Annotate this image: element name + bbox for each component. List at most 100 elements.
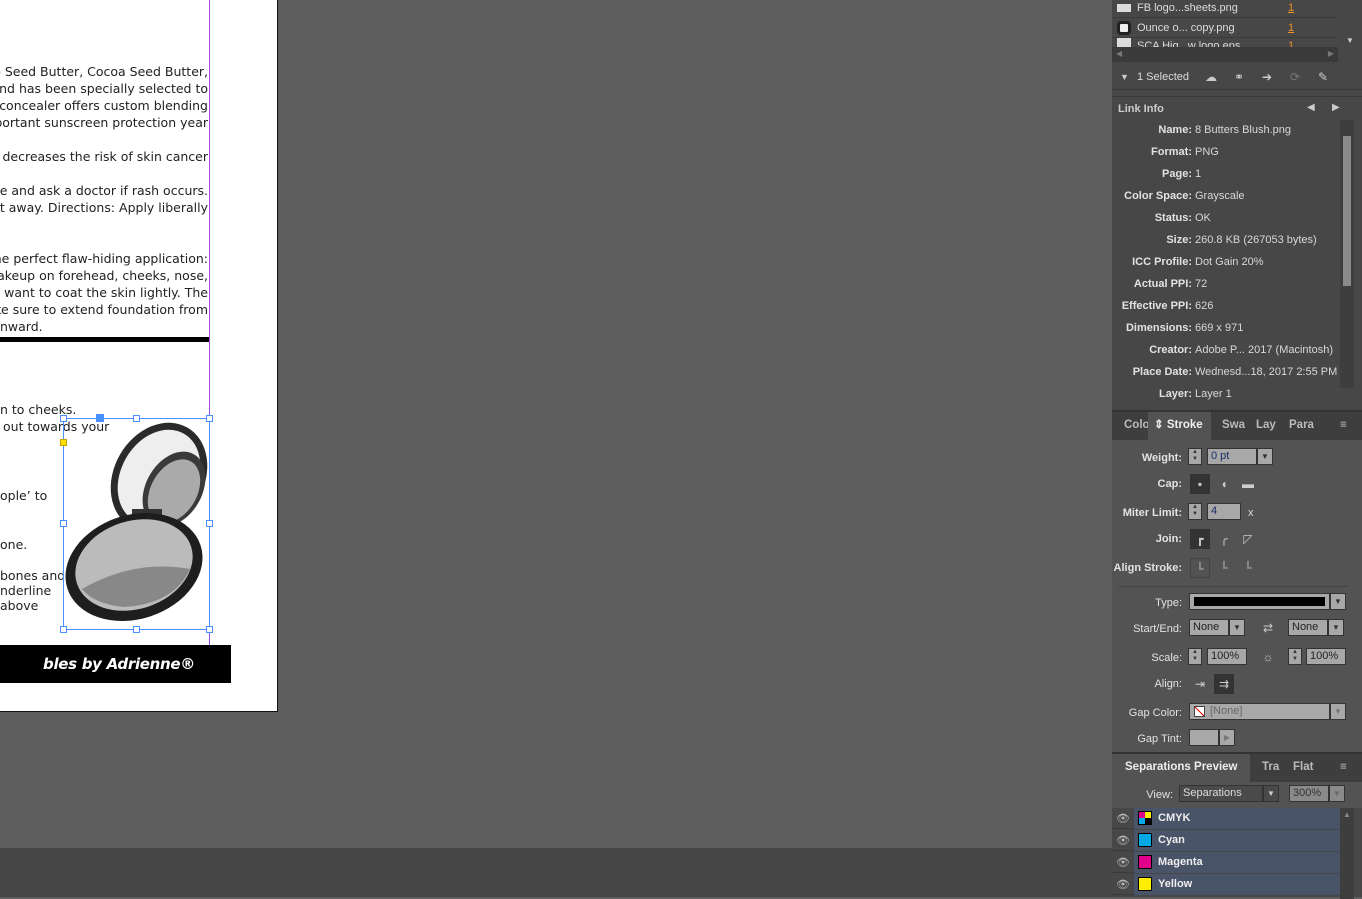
- link-page[interactable]: 1: [1288, 2, 1294, 14]
- tab-transparency[interactable]: Tra: [1262, 754, 1279, 780]
- info-value: 8 Butters Blush.png: [1195, 124, 1292, 136]
- link-scale-icon[interactable]: ☼: [1258, 647, 1278, 667]
- projecting-cap-icon[interactable]: ▬: [1238, 474, 1258, 494]
- scale-start-stepper[interactable]: ▲ ▼: [1188, 648, 1202, 665]
- live-corner-handle[interactable]: [60, 439, 67, 446]
- end-select[interactable]: None: [1288, 619, 1328, 636]
- go-to-link-icon[interactable]: ➔: [1257, 67, 1277, 87]
- tab-stroke[interactable]: ⇕ Stroke: [1148, 412, 1211, 440]
- gap-tint-input[interactable]: [1189, 729, 1219, 746]
- miter-label: Miter Limit:: [1122, 507, 1182, 519]
- align-center-icon[interactable]: ┗: [1190, 558, 1210, 578]
- eye-icon[interactable]: 👁: [1116, 878, 1130, 891]
- type-dropdown-icon[interactable]: ▼: [1330, 593, 1346, 610]
- start-select[interactable]: None: [1189, 619, 1229, 636]
- gap-tint-slider-icon[interactable]: ▶: [1219, 729, 1235, 746]
- swap-icon[interactable]: ⇄: [1258, 618, 1278, 638]
- scale-end-stepper[interactable]: ▲ ▼: [1288, 648, 1302, 665]
- info-label: Dimensions:: [1125, 322, 1192, 334]
- gap-color-select[interactable]: [None]: [1189, 703, 1330, 720]
- tab-color[interactable]: Colo: [1124, 412, 1150, 438]
- weight-label: Weight:: [1141, 452, 1182, 464]
- scale-end-input[interactable]: 100%: [1306, 648, 1346, 665]
- frame-handle[interactable]: [60, 626, 67, 633]
- tab-separations-preview[interactable]: Separations Preview: [1112, 754, 1250, 782]
- horizontal-scrollbar[interactable]: ◀ ▶: [1112, 48, 1338, 62]
- round-join-icon[interactable]: ╭: [1214, 529, 1234, 549]
- bevel-join-icon[interactable]: ◸: [1238, 529, 1258, 549]
- place-inside-icon[interactable]: ⇉: [1214, 674, 1234, 694]
- info-label: Color Space:: [1124, 190, 1192, 202]
- body-text-line: u want to coat the skin lightly. The: [0, 285, 208, 300]
- info-value: 72: [1195, 278, 1208, 290]
- info-label: Size:: [1166, 234, 1192, 246]
- link-item[interactable]: Ounce o... copy.png 1: [1112, 18, 1338, 38]
- weight-stepper[interactable]: ▲ ▼: [1188, 448, 1202, 465]
- zoom-select[interactable]: 300%: [1289, 785, 1329, 802]
- frame-handle[interactable]: [60, 520, 67, 527]
- scale-start-input[interactable]: 100%: [1207, 648, 1247, 665]
- eye-icon[interactable]: 👁: [1116, 856, 1130, 869]
- content-grabber-handle[interactable]: [96, 414, 104, 422]
- frame-handle[interactable]: [206, 626, 213, 633]
- link-info-header[interactable]: Link Info ◀ ▶: [1112, 96, 1362, 120]
- butt-cap-icon[interactable]: ▪: [1190, 474, 1210, 494]
- info-label: Page:: [1162, 168, 1192, 180]
- end-dropdown-icon[interactable]: ▼: [1328, 619, 1344, 636]
- previous-link-icon[interactable]: ◀: [1307, 102, 1315, 113]
- next-link-icon[interactable]: ▶: [1332, 102, 1340, 113]
- relink-icon[interactable]: ⚭: [1229, 67, 1249, 87]
- type-select[interactable]: [1189, 593, 1330, 610]
- align-outside-icon[interactable]: ┗: [1238, 558, 1258, 578]
- miter-stepper[interactable]: ▲ ▼: [1188, 503, 1202, 520]
- frame-handle[interactable]: [60, 415, 67, 422]
- tab-paragraph[interactable]: Para: [1289, 412, 1314, 438]
- separation-row-cyan[interactable]: 👁 Cyan: [1112, 830, 1340, 851]
- link-page[interactable]: 1: [1288, 22, 1294, 34]
- vertical-scrollbar[interactable]: ▼: [1340, 0, 1362, 48]
- info-scrollbar[interactable]: [1340, 120, 1354, 388]
- tab-flattener[interactable]: Flat: [1293, 754, 1313, 780]
- eye-icon[interactable]: 👁: [1116, 812, 1130, 825]
- body-text-line: lend has been specially selected to: [0, 81, 208, 96]
- miter-input[interactable]: 4: [1207, 503, 1241, 520]
- cc-libraries-icon[interactable]: ☁: [1201, 67, 1221, 87]
- weight-input[interactable]: 0 pt: [1207, 448, 1257, 465]
- eye-icon[interactable]: 👁: [1116, 834, 1130, 847]
- zoom-dropdown-icon[interactable]: ▼: [1329, 785, 1345, 802]
- weight-dropdown-icon[interactable]: ▼: [1257, 448, 1273, 465]
- panel-menu-icon[interactable]: ≡: [1340, 412, 1347, 438]
- gap-color-label: Gap Color:: [1128, 707, 1182, 719]
- link-item[interactable]: SCA Hig...w logo.eps 1: [1112, 38, 1338, 48]
- align-inside-icon[interactable]: ┗: [1214, 558, 1234, 578]
- frame-handle[interactable]: [206, 415, 213, 422]
- extend-tip-icon[interactable]: ⇥: [1190, 674, 1210, 694]
- frame-handle[interactable]: [133, 415, 140, 422]
- info-value: Layer 1: [1195, 388, 1232, 400]
- body-text-line: use and ask a doctor if rash occurs.: [0, 183, 208, 198]
- frame-handle[interactable]: [133, 626, 140, 633]
- link-item[interactable]: FB logo...sheets.png 1: [1112, 0, 1338, 18]
- edit-original-icon[interactable]: ✎: [1313, 67, 1333, 87]
- gap-color-dropdown-icon[interactable]: ▼: [1330, 703, 1346, 720]
- divider: [1118, 586, 1348, 587]
- panel-menu-icon[interactable]: ≡: [1340, 754, 1347, 780]
- info-value: Wednesd...18, 2017 2:55 PM: [1195, 366, 1338, 378]
- tab-layers[interactable]: Laye: [1256, 412, 1276, 438]
- miter-join-icon[interactable]: ┏: [1190, 529, 1210, 549]
- frame-handle[interactable]: [206, 520, 213, 527]
- round-cap-icon[interactable]: ◖: [1214, 474, 1234, 494]
- separation-row-yellow[interactable]: 👁 Yellow: [1112, 874, 1340, 895]
- body-text-line: nderline: [0, 583, 52, 598]
- disclosure-triangle-icon[interactable]: ▼: [1120, 72, 1129, 82]
- tab-swatches[interactable]: Swa: [1222, 412, 1245, 438]
- start-dropdown-icon[interactable]: ▼: [1229, 619, 1245, 636]
- update-link-icon[interactable]: ⟳: [1285, 67, 1305, 87]
- link-page[interactable]: 1: [1288, 40, 1294, 47]
- separations-scrollbar[interactable]: ▲: [1340, 808, 1354, 899]
- view-dropdown-icon[interactable]: ▼: [1263, 785, 1279, 802]
- separation-row-cmyk[interactable]: 👁 CMYK: [1112, 808, 1340, 829]
- selected-frame[interactable]: [63, 418, 210, 630]
- view-select[interactable]: Separations: [1179, 785, 1263, 802]
- separation-row-magenta[interactable]: 👁 Magenta: [1112, 852, 1340, 873]
